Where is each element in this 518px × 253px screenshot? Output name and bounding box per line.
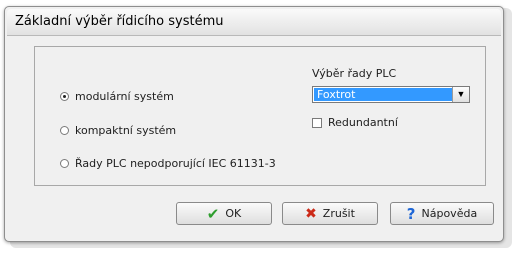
chevron-down-icon[interactable]: ▼	[452, 87, 469, 102]
radio-label: modulární systém	[75, 90, 174, 103]
plc-series-label: Výběr řady PLC	[312, 67, 397, 80]
question-icon: ?	[406, 204, 416, 223]
checkbox-box[interactable]	[312, 117, 322, 128]
plc-series-select[interactable]: Foxtrot ▼	[312, 86, 470, 103]
checkbox-label: Redundantní	[328, 116, 398, 129]
radio-circle[interactable]	[60, 126, 69, 135]
cancel-button-label: Zrušit	[322, 207, 355, 220]
radio-circle-selected[interactable]	[60, 92, 69, 101]
title-bar[interactable]: Základní výběr řídicího systému	[7, 9, 501, 36]
ok-button-label: OK	[225, 207, 242, 220]
radio-non-iec-plc[interactable]: Řady PLC nepodporující IEC 61131-3	[60, 157, 276, 170]
radio-compact-system[interactable]: kompaktní systém	[60, 124, 176, 137]
radio-modular-system[interactable]: modulární systém	[60, 90, 174, 103]
redundant-checkbox[interactable]: Redundantní	[312, 116, 398, 129]
ok-button[interactable]: ✔ OK	[176, 202, 272, 225]
radio-label: Řady PLC nepodporující IEC 61131-3	[75, 157, 276, 170]
radio-circle[interactable]	[60, 159, 69, 168]
checkmark-icon: ✔	[206, 204, 220, 223]
plc-series-selected-value[interactable]: Foxtrot	[314, 88, 452, 101]
help-button[interactable]: ? Nápověda	[390, 202, 494, 225]
x-icon: ✖	[305, 205, 317, 222]
help-button-label: Nápověda	[421, 207, 478, 220]
cancel-button[interactable]: ✖ Zrušit	[282, 202, 378, 225]
dialog-title: Základní výběr řídicího systému	[15, 14, 224, 29]
radio-label: kompaktní systém	[75, 124, 177, 137]
